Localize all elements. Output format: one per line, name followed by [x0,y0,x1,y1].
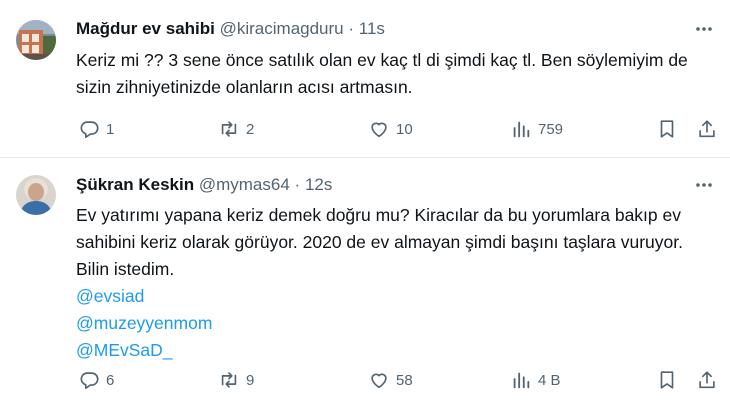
views-icon [513,121,530,138]
avatar[interactable] [16,175,56,215]
mention-link[interactable]: @evsiad [76,283,716,310]
tweet[interactable]: Mağdur ev sahibi @kiracimagduru · 11s Ke… [0,0,730,158]
tweet-body: Ev yatırımı yapana keriz demek doğru mu?… [76,205,683,279]
retweet-icon [221,121,237,137]
bookmark-icon [660,371,674,389]
more-horizontal-icon [696,183,712,187]
action-bar: 1 2 10 759 [70,116,726,142]
reply-count: 1 [106,120,115,138]
like-button[interactable]: 10 [368,116,413,142]
share-icon [699,371,715,389]
more-horizontal-icon [696,27,712,31]
retweet-icon [221,372,237,388]
share-button[interactable] [696,367,718,393]
bookmark-icon [660,120,674,138]
separator: · [294,175,301,194]
username[interactable]: @mymas64 [199,175,290,194]
retweet-count: 9 [246,371,255,389]
bookmark-button[interactable] [656,367,678,393]
retweet-button[interactable]: 2 [218,116,254,142]
views-button[interactable]: 759 [510,116,563,142]
heart-icon [371,122,387,138]
tweet-body: Keriz mi ?? 3 sene önce satılık olan ev … [76,50,688,97]
tweet-text: Keriz mi ?? 3 sene önce satılık olan ev … [76,47,716,101]
bookmark-button[interactable] [656,116,678,142]
more-options-button[interactable] [692,18,716,40]
tweet[interactable]: Şükran Keskin @mymas64 · 12s Ev yatırımı… [0,158,730,420]
share-icon [699,120,715,138]
reply-icon [80,121,99,139]
views-icon [513,372,530,389]
retweet-count: 2 [246,120,255,138]
tweet-header: Mağdur ev sahibi @kiracimagduru · 11s [76,18,680,40]
views-count: 759 [538,120,564,138]
timestamp[interactable]: 11s [359,19,385,38]
views-button[interactable]: 4 B [510,367,561,393]
like-count: 10 [396,120,413,138]
share-button[interactable] [696,116,718,142]
display-name[interactable]: Mağdur ev sahibi [76,19,215,38]
reply-count: 6 [106,371,115,389]
reply-button[interactable]: 6 [78,367,114,393]
like-button[interactable]: 58 [368,367,413,393]
display-name[interactable]: Şükran Keskin [76,175,194,194]
separator: · [348,19,355,38]
reply-icon [80,372,99,390]
more-options-button[interactable] [692,174,716,196]
avatar[interactable] [16,20,56,60]
views-count: 4 B [538,371,561,389]
action-bar: 6 9 58 4 B [70,367,726,393]
heart-icon [371,373,387,389]
tweet-text: Ev yatırımı yapana keriz demek doğru mu?… [76,202,716,364]
like-count: 58 [396,371,413,389]
reply-button[interactable]: 1 [78,116,114,142]
retweet-button[interactable]: 9 [218,367,254,393]
mention-link[interactable]: @MEvSaD_ [76,337,716,364]
tweet-header: Şükran Keskin @mymas64 · 12s [76,174,680,196]
mention-link[interactable]: @muzeyyenmom [76,310,716,337]
timestamp[interactable]: 12s [305,175,332,194]
username[interactable]: @kiracimagduru [220,19,344,38]
